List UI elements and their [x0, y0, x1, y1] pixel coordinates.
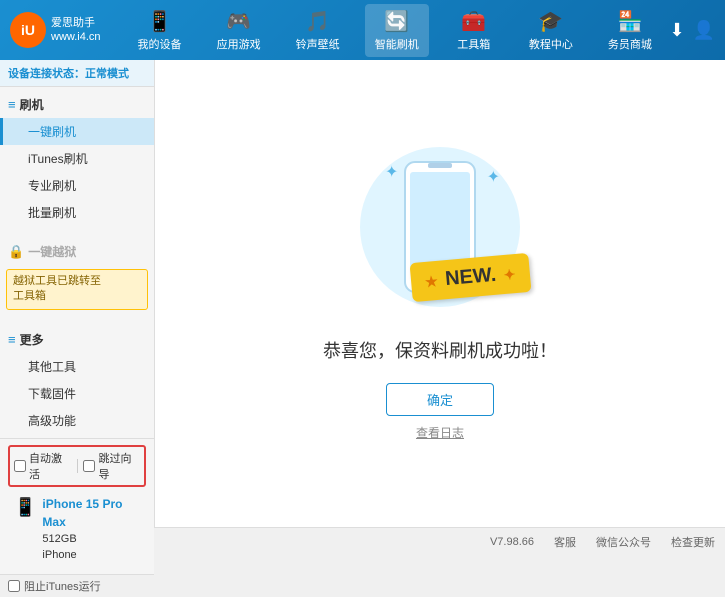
checkbox-divider	[77, 459, 78, 473]
sidebar-section-brush: ≡ 刷机 一键刷机 iTunes刷机 专业刷机 批量刷机	[0, 87, 154, 230]
sidebar-section-header-brush: ≡ 刷机	[0, 91, 154, 118]
logo-text: 爱思助手 www.i4.cn	[51, 16, 101, 45]
confirm-button[interactable]: 确定	[386, 383, 494, 416]
checkbox-row: 自动激活 跳过向导	[8, 445, 146, 487]
nav-tab-my-device[interactable]: 📱 我的设备	[128, 4, 192, 57]
user-icon[interactable]: 👤	[693, 20, 715, 41]
header-right-icons: ⬇ 👤	[669, 20, 715, 41]
sidebar-item-advanced[interactable]: 高级功能	[0, 407, 154, 434]
brush-section-icon: ≡	[8, 97, 16, 112]
nav-tab-icon-business: 🏪	[617, 9, 642, 34]
nav-tab-tutorials[interactable]: 🎓 教程中心	[519, 4, 583, 57]
sidebar-section-header-jailbreak: 🔒 一键越狱	[0, 238, 154, 265]
nav-tab-icon-toolbox: 🧰	[461, 9, 486, 34]
nav-tab-label-tutorials: 教程中心	[529, 36, 573, 52]
lock-icon: 🔒	[8, 244, 24, 260]
sparkle-tr-icon: ✦	[487, 167, 500, 187]
phone-circle: ✦ ✦ NEW.	[360, 147, 520, 307]
skip-guide-checkbox[interactable]	[83, 460, 95, 472]
main-content: ✦ ✦ NEW. 恭喜您，保资料刷机成功啦！ 确定 查看日志	[155, 60, 725, 527]
sidebar-section-jailbreak: 🔒 一键越狱 越狱工具已跳转至 工具箱	[0, 234, 154, 318]
success-illustration: ✦ ✦ NEW.	[360, 147, 520, 317]
view-log-button[interactable]: 查看日志	[416, 424, 464, 441]
nav-tab-smart-brush[interactable]: 🔄 智能刷机	[365, 4, 429, 57]
nav-tab-apps-games[interactable]: 🎮 应用游戏	[207, 4, 271, 57]
sidebar-item-itunes-brush[interactable]: iTunes刷机	[0, 145, 154, 172]
nav-tab-icon-my-device: 📱	[147, 9, 172, 34]
sidebar-item-other-tools[interactable]: 其他工具	[0, 353, 154, 380]
stop-itunes-area: 阻止iTunes运行	[0, 574, 154, 597]
device-item: 📱 iPhone 15 Pro Max 512GB iPhone	[8, 491, 146, 568]
nav-tabs: 📱 我的设备 🎮 应用游戏 🎵 铃声壁纸 🔄 智能刷机 🧰 工具箱 🎓 教程中心…	[120, 4, 669, 57]
device-type: iPhone	[42, 547, 140, 564]
nav-tab-business[interactable]: 🏪 务员商城	[598, 4, 662, 57]
nav-tab-label-toolbox: 工具箱	[457, 36, 490, 52]
nav-tab-icon-tutorials: 🎓	[538, 9, 563, 34]
checkbox-skip-guide[interactable]: 跳过向导	[83, 450, 140, 482]
nav-tab-label-apps-games: 应用游戏	[217, 36, 261, 52]
device-name: iPhone 15 Pro Max	[42, 495, 140, 531]
header: iU 爱思助手 www.i4.cn 📱 我的设备 🎮 应用游戏 🎵 铃声壁纸 🔄…	[0, 0, 725, 60]
bottom-checkbox-area: 自动激活 跳过向导 📱 iPhone 15 Pro Max 512GB iPho…	[0, 438, 154, 574]
nav-tab-label-my-device: 我的设备	[138, 36, 182, 52]
sidebar-item-pro-brush[interactable]: 专业刷机	[0, 172, 154, 199]
nav-tab-ringtones[interactable]: 🎵 铃声壁纸	[286, 4, 350, 57]
more-section-icon: ≡	[8, 332, 16, 347]
footer-check-update[interactable]: 检查更新	[671, 534, 715, 550]
success-text: 恭喜您，保资料刷机成功啦！	[323, 337, 557, 363]
nav-tab-label-ringtones: 铃声壁纸	[296, 36, 340, 52]
device-storage: 512GB	[42, 531, 140, 548]
sidebar-section-header-more: ≡ 更多	[0, 326, 154, 353]
device-phone-icon: 📱	[14, 497, 36, 518]
sparkle-tl-icon: ✦	[385, 162, 398, 182]
footer-customer-service[interactable]: 客服	[554, 534, 576, 550]
sidebar-item-batch-brush[interactable]: 批量刷机	[0, 199, 154, 226]
logo-icon: iU	[10, 12, 46, 48]
download-icon[interactable]: ⬇	[669, 20, 684, 41]
nav-tab-toolbox[interactable]: 🧰 工具箱	[444, 4, 504, 57]
device-info: iPhone 15 Pro Max 512GB iPhone	[42, 495, 140, 564]
logo-area: iU 爱思助手 www.i4.cn	[10, 12, 120, 48]
nav-tab-icon-apps-games: 🎮	[226, 9, 251, 34]
checkbox-auto-activate[interactable]: 自动激活	[14, 450, 71, 482]
stop-itunes-checkbox[interactable]	[8, 580, 20, 592]
nav-tab-label-business: 务员商城	[608, 36, 652, 52]
status-bar: 设备连接状态：正常模式	[0, 60, 154, 87]
sidebar: 设备连接状态：正常模式 ≡ 刷机 一键刷机 iTunes刷机 专业刷机 批量刷机…	[0, 60, 155, 527]
main-layout: 设备连接状态：正常模式 ≡ 刷机 一键刷机 iTunes刷机 专业刷机 批量刷机…	[0, 60, 725, 527]
sidebar-section-more: ≡ 更多 其他工具 下载固件 高级功能	[0, 322, 154, 438]
nav-tab-icon-ringtones: 🎵	[305, 9, 330, 34]
sidebar-item-one-click-brush[interactable]: 一键刷机	[0, 118, 154, 145]
sidebar-item-download-firmware[interactable]: 下载固件	[0, 380, 154, 407]
nav-tab-label-smart-brush: 智能刷机	[375, 36, 419, 52]
auto-activate-checkbox[interactable]	[14, 460, 26, 472]
footer-wechat[interactable]: 微信公众号	[596, 534, 651, 550]
nav-tab-icon-smart-brush: 🔄	[384, 9, 409, 34]
version-label: V7.98.66	[490, 536, 534, 548]
jailbreak-note: 越狱工具已跳转至 工具箱	[6, 269, 148, 310]
